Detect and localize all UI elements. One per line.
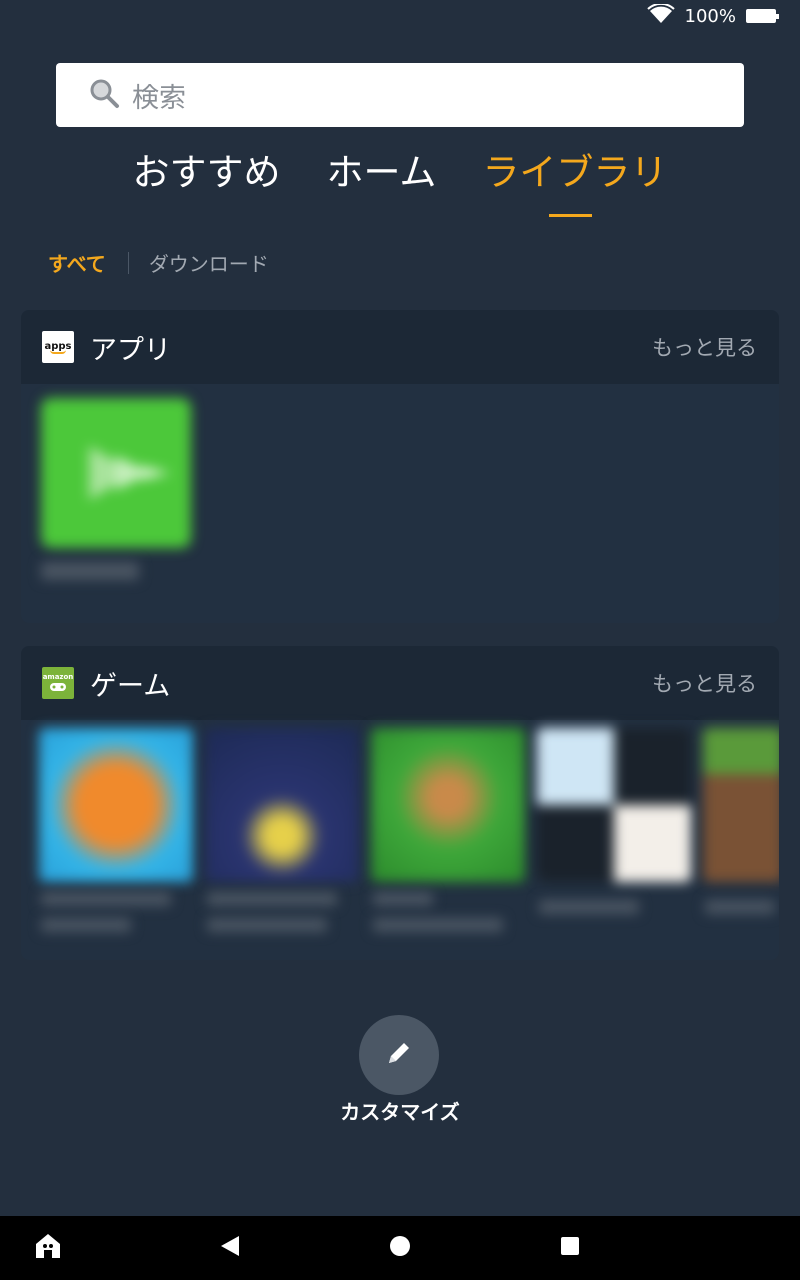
game-tile-label [373, 918, 503, 932]
search-icon [88, 77, 120, 113]
home-button[interactable] [370, 1216, 430, 1280]
system-nav-bar [0, 1216, 800, 1280]
game-tile[interactable] [371, 728, 525, 882]
status-bar: 100% [0, 0, 800, 32]
game-tile-label [207, 918, 327, 932]
recents-button[interactable] [540, 1216, 600, 1280]
filter-all[interactable]: すべて [48, 248, 106, 277]
active-tab-indicator [549, 214, 592, 217]
games-card: amazon ゲーム もっと見る [21, 646, 779, 960]
tab-recommended[interactable]: おすすめ [133, 142, 281, 202]
battery-percentage: 100% [684, 5, 736, 27]
library-filter-tabs: すべて ダウンロード [48, 248, 269, 277]
game-tile-label [207, 892, 337, 906]
customize-label: カスタマイズ [340, 1100, 460, 1124]
apps-card-header: apps アプリ もっと見る [21, 310, 779, 384]
battery-icon [746, 9, 779, 23]
search-input[interactable]: 検索 [56, 63, 744, 127]
home-launcher-button[interactable] [18, 1216, 78, 1280]
game-tile[interactable] [39, 728, 193, 882]
customize-button[interactable] [359, 1015, 439, 1095]
games-see-more-link[interactable]: もっと見る [652, 668, 757, 698]
games-section-title: ゲーム [90, 670, 171, 702]
pencil-icon [383, 1037, 415, 1073]
game-tile-label [373, 892, 433, 906]
game-tile[interactable] [537, 728, 691, 882]
back-icon [219, 1234, 241, 1262]
filter-download[interactable]: ダウンロード [149, 248, 269, 277]
filter-divider [127, 251, 129, 274]
amazon-games-logo-icon: amazon [42, 667, 74, 699]
house-icon [33, 1231, 63, 1265]
app-tile[interactable] [41, 398, 191, 548]
game-tile-label [705, 900, 775, 914]
search-placeholder: 検索 [132, 82, 186, 114]
back-button[interactable] [200, 1216, 260, 1280]
game-tile-label [539, 900, 639, 914]
games-card-header: amazon ゲーム もっと見る [21, 646, 779, 720]
apps-card: apps アプリ もっと見る [21, 310, 779, 623]
appstore-logo-icon: apps [42, 331, 74, 363]
tab-library[interactable]: ライブラリ [482, 142, 667, 202]
apps-section-title: アプリ [90, 334, 171, 366]
recents-square-icon [559, 1235, 581, 1261]
game-tile[interactable] [205, 728, 359, 882]
game-tile-label [41, 892, 171, 906]
wifi-icon [646, 2, 675, 29]
top-tabs: おすすめ ホーム ライブラリ [0, 142, 800, 202]
home-circle-icon [389, 1235, 411, 1261]
game-tile[interactable] [703, 728, 779, 882]
app-tile-label [41, 562, 139, 580]
game-tile-label [41, 918, 131, 932]
apps-see-more-link[interactable]: もっと見る [652, 332, 757, 362]
tab-home[interactable]: ホーム [327, 142, 437, 202]
